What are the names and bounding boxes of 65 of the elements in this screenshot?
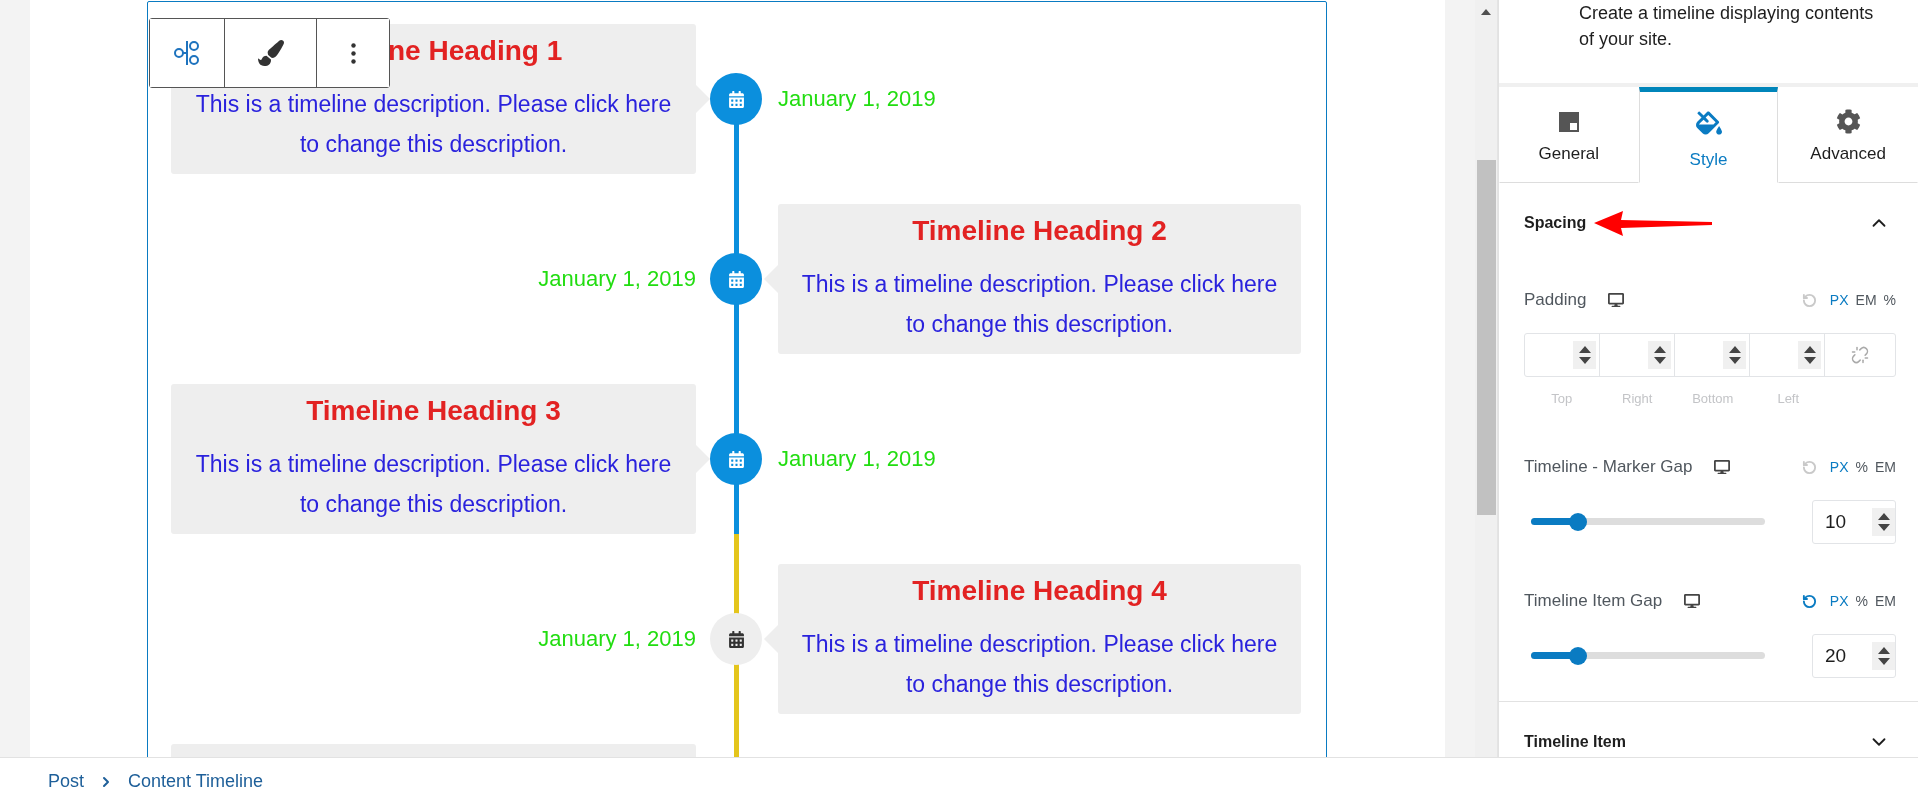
timeline-description: This is a timeline description. Please click here to change this description. bbox=[194, 90, 673, 159]
control-label: Timeline - Marker Gap bbox=[1524, 457, 1693, 477]
timeline-description: This is a timeline description. Please click here to change this description. bbox=[800, 270, 1279, 339]
timeline-heading: Timeline Heading 2 bbox=[911, 214, 1168, 248]
timeline-heading: Timeline Heading 3 bbox=[305, 394, 562, 428]
block-description: Create a timeline displaying contents of your site. bbox=[1578, 2, 1875, 51]
unit-option[interactable]: % bbox=[1855, 593, 1868, 609]
spinner-icon[interactable] bbox=[1802, 344, 1817, 366]
desktop-icon[interactable] bbox=[1608, 292, 1625, 308]
timeline-date: January 1, 2019 bbox=[778, 446, 936, 472]
control-label: Padding bbox=[1524, 290, 1587, 310]
calendar-icon bbox=[727, 450, 745, 468]
sidebar-tab[interactable]: Style bbox=[1638, 87, 1779, 183]
timeline-date: January 1, 2019 bbox=[538, 626, 696, 652]
paintbrush-icon bbox=[257, 40, 284, 66]
calendar-icon bbox=[727, 630, 745, 648]
spinner-icon[interactable] bbox=[1727, 344, 1742, 366]
side-label: Bottom bbox=[1691, 391, 1735, 406]
spinner-icon[interactable] bbox=[1652, 344, 1667, 366]
scrollbar[interactable] bbox=[1475, 0, 1498, 757]
section-header[interactable]: Spacing bbox=[1524, 183, 1896, 263]
timeline-description: This is a timeline description. Please click here to change this description. bbox=[194, 450, 673, 519]
slider-thumb[interactable] bbox=[1568, 512, 1587, 531]
unit-option[interactable]: % bbox=[1883, 292, 1896, 308]
unit-option[interactable]: PX bbox=[1829, 292, 1849, 308]
scroll-up-icon[interactable] bbox=[1480, 8, 1492, 16]
spinner-icon[interactable] bbox=[1876, 645, 1891, 667]
breadcrumb-link[interactable]: Content Timeline bbox=[128, 771, 264, 792]
spinner-icon[interactable] bbox=[1577, 344, 1592, 366]
side-label: Top bbox=[1550, 391, 1574, 406]
more-icon bbox=[350, 42, 356, 64]
side-label: Right bbox=[1621, 391, 1654, 406]
paint-bucket-icon bbox=[1695, 109, 1722, 136]
section-title: Spacing bbox=[1524, 214, 1587, 232]
desktop-icon[interactable] bbox=[1714, 459, 1731, 475]
gear-icon bbox=[1835, 109, 1861, 134]
timeline-heading: ne Heading 1 bbox=[388, 34, 563, 68]
calendar-icon bbox=[727, 270, 745, 288]
timeline-date: January 1, 2019 bbox=[538, 266, 696, 292]
number-field[interactable]: 10 bbox=[1812, 500, 1896, 544]
calendar-icon bbox=[727, 90, 745, 108]
unit-option[interactable]: PX bbox=[1829, 593, 1849, 609]
scrollbar-thumb[interactable] bbox=[1477, 160, 1496, 515]
side-label: Left bbox=[1776, 391, 1801, 406]
unit-option[interactable]: PX bbox=[1829, 459, 1849, 475]
more-options-button[interactable] bbox=[316, 19, 389, 87]
section-header[interactable]: Timeline Item bbox=[1524, 702, 1896, 757]
layout-icon bbox=[1556, 109, 1581, 134]
unit-option[interactable]: EM bbox=[1875, 593, 1896, 609]
spinner-icon[interactable] bbox=[1876, 511, 1891, 533]
desktop-icon[interactable] bbox=[1684, 593, 1701, 609]
unit-option[interactable]: EM bbox=[1855, 292, 1877, 308]
flow-icon bbox=[173, 39, 201, 67]
timeline-date: January 1, 2019 bbox=[778, 86, 936, 112]
number-field[interactable]: 20 bbox=[1812, 634, 1896, 678]
unit-option[interactable]: % bbox=[1855, 459, 1868, 475]
timeline-heading: Timeline Heading 4 bbox=[911, 574, 1168, 608]
padding-field[interactable] bbox=[1524, 333, 1896, 377]
section-title: Timeline Item bbox=[1524, 733, 1626, 751]
slider-thumb[interactable] bbox=[1568, 646, 1587, 665]
unit-option[interactable]: EM bbox=[1875, 459, 1896, 475]
reset-icon[interactable] bbox=[1801, 593, 1817, 609]
timeline-description: This is a timeline description. Please click here to change this description. bbox=[800, 630, 1279, 699]
breadcrumb-link[interactable]: Post bbox=[48, 771, 85, 792]
control-label: Timeline Item Gap bbox=[1524, 591, 1663, 611]
